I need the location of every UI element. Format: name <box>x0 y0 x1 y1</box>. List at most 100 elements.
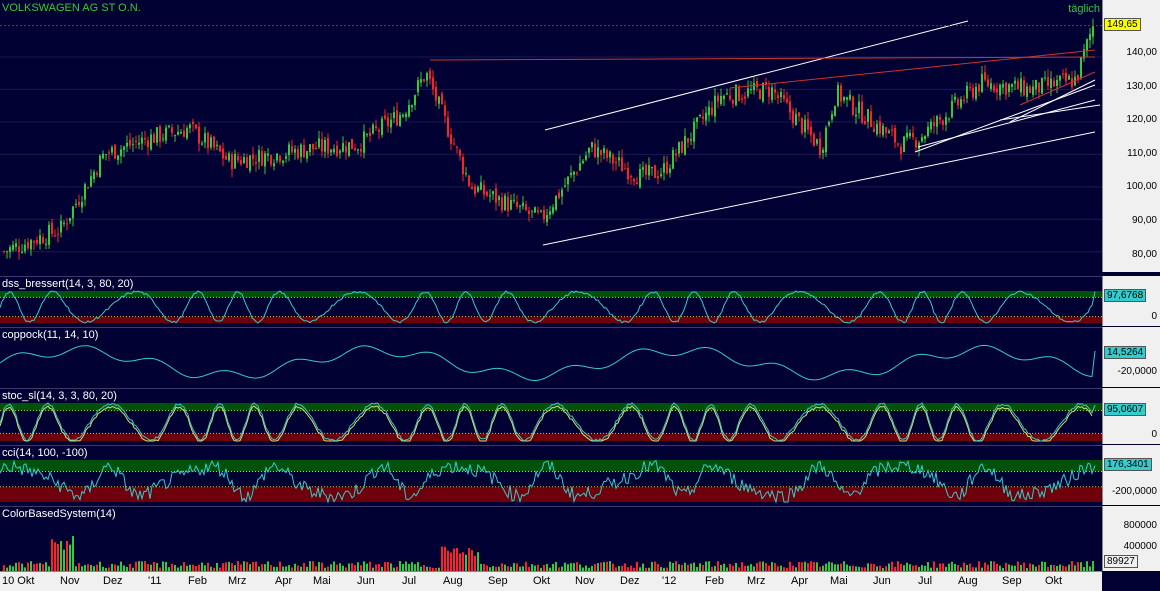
cci-axis[interactable]: 176,3401 -200,0000 <box>1102 445 1160 505</box>
candle <box>516 202 518 207</box>
volume-bar <box>60 541 62 571</box>
candle <box>771 87 773 100</box>
price-panel[interactable]: VOLKSWAGEN AG ST O.N. täglich <box>0 0 1102 272</box>
candle <box>714 96 716 117</box>
volume-bar <box>417 562 419 571</box>
volume-bar <box>867 563 869 571</box>
candle <box>786 99 788 103</box>
dss-panel[interactable]: dss_bressert(14, 3, 80, 20) <box>0 276 1102 327</box>
candle <box>309 144 311 152</box>
candle <box>426 73 428 80</box>
candle <box>174 135 176 136</box>
candle <box>882 126 884 135</box>
volume-bar <box>147 564 149 571</box>
volume-bar <box>816 562 818 571</box>
volume-bar <box>570 563 572 571</box>
coppock-panel[interactable]: coppock(11, 14, 10) <box>0 327 1102 388</box>
volume-bar <box>891 562 893 571</box>
dss-title: dss_bressert(14, 3, 80, 20) <box>2 278 133 290</box>
candle <box>990 83 992 89</box>
volume-bar <box>18 562 20 571</box>
candle <box>6 251 8 252</box>
candle <box>396 110 398 125</box>
candle <box>1014 81 1016 84</box>
price-axis[interactable]: 149,65 140,00 130,00 120,00 110,00 100,0… <box>1102 0 1160 272</box>
volume-bar <box>603 562 605 571</box>
volume-bar <box>654 562 656 571</box>
date-tick-label: Nov <box>575 575 595 587</box>
candle <box>627 168 629 179</box>
candle <box>366 134 368 135</box>
volume-bar <box>477 552 479 571</box>
candle <box>525 204 527 210</box>
candle <box>480 182 482 189</box>
candle <box>810 127 812 135</box>
candle <box>972 88 974 98</box>
candle <box>768 87 770 97</box>
candle <box>936 116 938 126</box>
candle <box>711 108 713 115</box>
trend-line <box>918 100 1095 147</box>
candle <box>255 162 257 164</box>
coppock-axis[interactable]: 14,5264 -20,0000 <box>1102 327 1160 387</box>
volume-bar <box>1077 562 1079 571</box>
date-tick-label: Sep <box>488 575 508 587</box>
candle <box>375 126 377 128</box>
candle <box>1044 77 1046 78</box>
volume-bar <box>21 564 23 571</box>
volume-bar <box>63 550 65 571</box>
stoc-panel[interactable]: stoc_sl(14, 3, 3, 80, 20) <box>0 388 1102 445</box>
candle <box>837 85 839 106</box>
candle <box>141 138 143 144</box>
overbought-zone <box>0 291 1102 297</box>
trend-line <box>1010 80 1095 122</box>
volume-panel[interactable]: ColorBasedSystem(14) <box>0 506 1102 571</box>
candle <box>987 79 989 86</box>
volume-bar <box>261 564 263 571</box>
coppock-tick: -20,0000 <box>1118 366 1157 377</box>
volume-bar <box>45 562 47 571</box>
cci-panel[interactable]: cci(14, 100, -100) <box>0 445 1102 506</box>
volume-bar <box>624 563 626 571</box>
candle <box>474 186 476 194</box>
candle <box>144 138 146 139</box>
candle <box>171 127 173 133</box>
candle <box>933 122 935 126</box>
candle <box>45 244 47 245</box>
volume-bar <box>384 562 386 571</box>
candle <box>60 221 62 233</box>
candle <box>744 96 746 98</box>
volume-bar <box>27 563 29 571</box>
candle <box>729 95 731 99</box>
volume-bar <box>762 561 764 571</box>
last-price-label: 149,65 <box>1104 18 1141 31</box>
volume-bar <box>717 561 719 571</box>
candle <box>843 97 845 101</box>
volume-bar <box>567 564 569 571</box>
volume-bar <box>333 562 335 571</box>
candle <box>15 243 17 247</box>
date-axis[interactable]: 10 OktNovDez'11FebMrzAprMaiJunJulAugSepO… <box>0 571 1102 591</box>
stoc-axis[interactable]: 95,0607 0 <box>1102 388 1160 444</box>
volume-last-label: 89927 <box>1104 555 1138 568</box>
candle <box>210 137 212 147</box>
candle <box>165 128 167 141</box>
volume-bar <box>237 561 239 571</box>
volume-bar <box>441 547 443 571</box>
dss-axis[interactable]: 97,6768 0 <box>1102 276 1160 326</box>
candle <box>609 152 611 158</box>
candle <box>111 147 113 152</box>
volume-bar <box>531 564 533 571</box>
candle <box>492 191 494 194</box>
volume-axis[interactable]: 800000 400000 89927 <box>1102 506 1160 571</box>
candle <box>324 140 326 152</box>
candle <box>456 147 458 148</box>
volume-bar <box>771 562 773 571</box>
candle <box>27 242 29 249</box>
candle <box>459 150 461 156</box>
candle <box>261 151 263 166</box>
volume-bar <box>870 564 872 571</box>
date-tick-label: Sep <box>1002 575 1022 587</box>
candle <box>900 147 902 154</box>
volume-bar <box>165 562 167 571</box>
